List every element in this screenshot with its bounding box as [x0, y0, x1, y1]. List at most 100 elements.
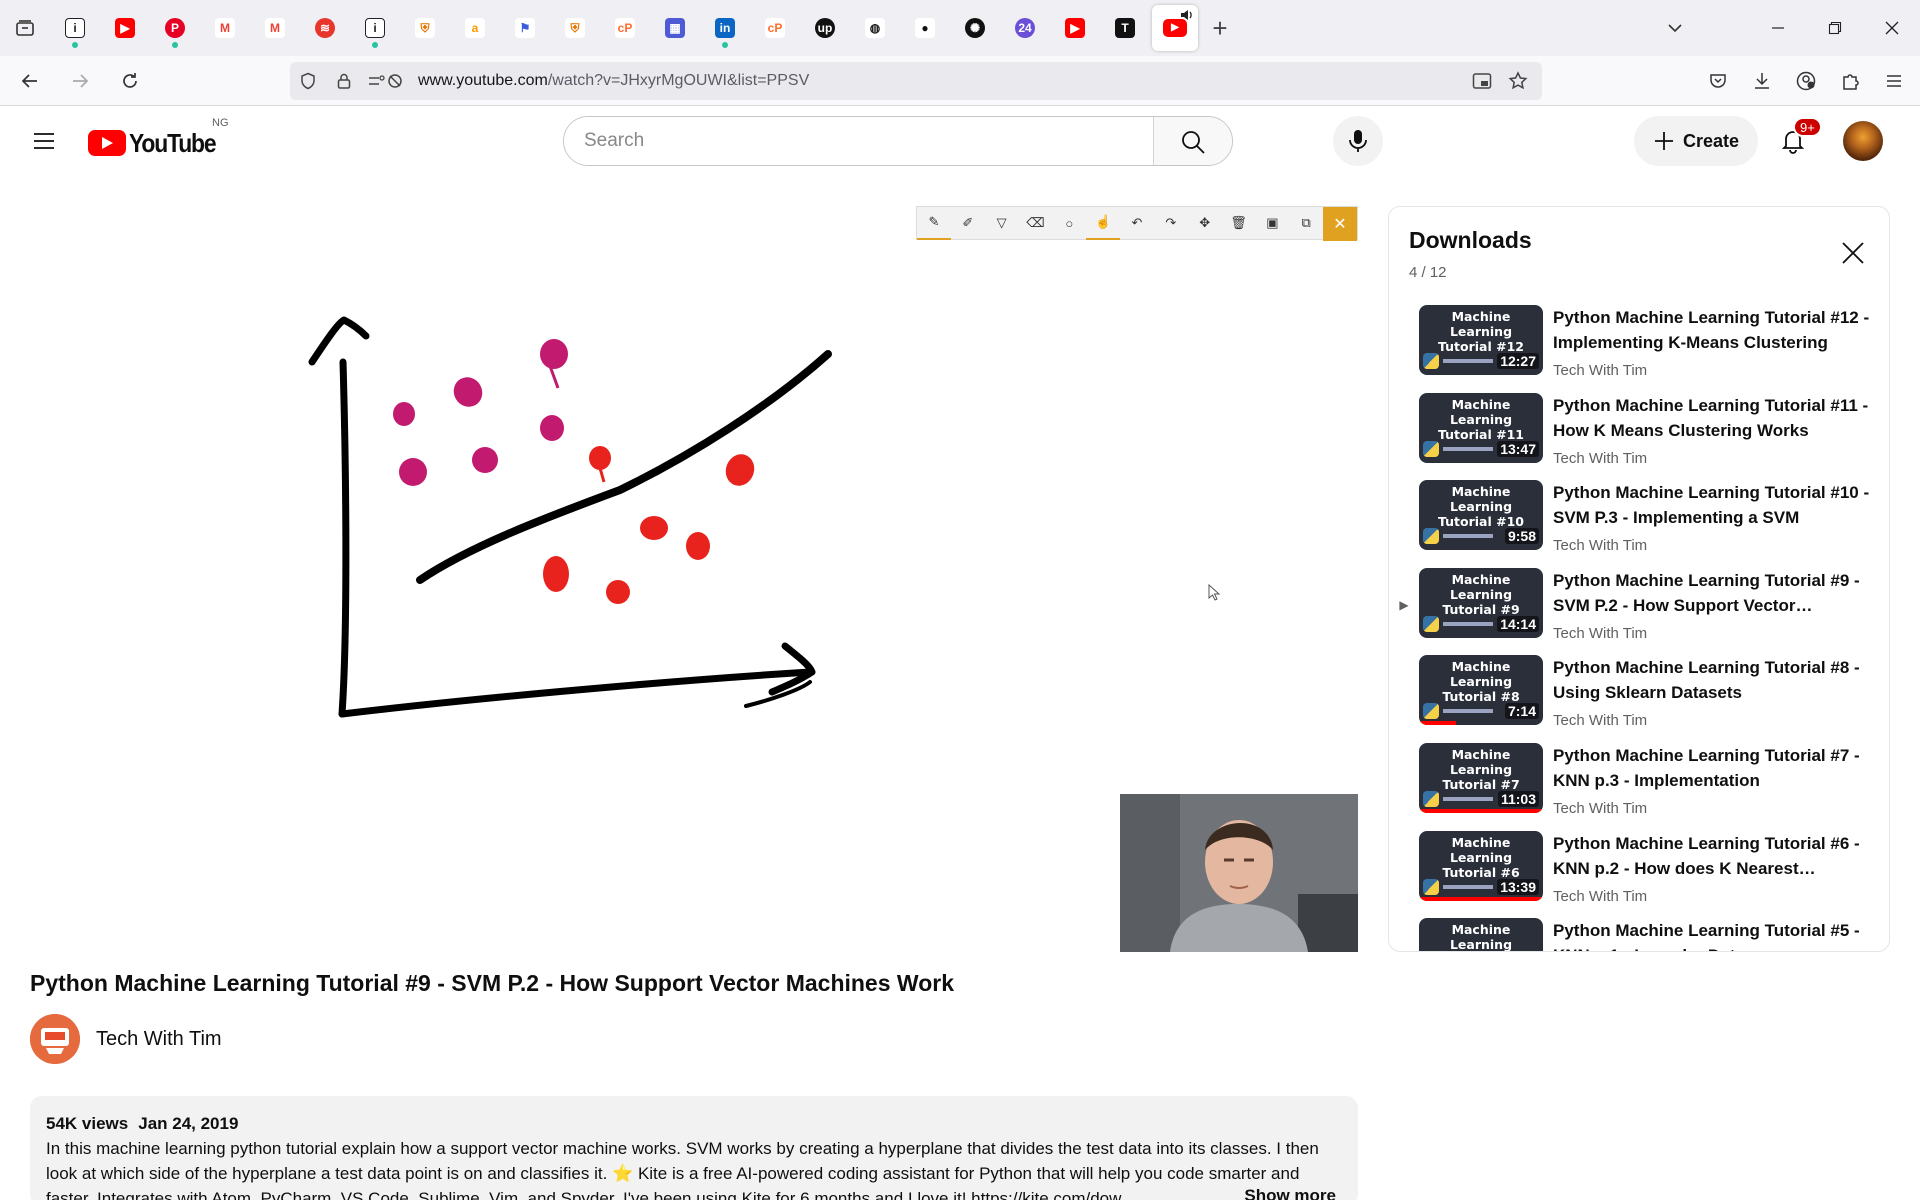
info-tab[interactable]: i [50, 0, 100, 56]
pinterest-tab[interactable]: P [150, 0, 200, 56]
trash-icon[interactable]: 🗑 [1222, 206, 1256, 240]
highlighter-icon[interactable]: ▽ [985, 206, 1019, 240]
undo-icon[interactable]: ↶ [1120, 206, 1154, 240]
princeton-tab-2[interactable]: ⛨ [550, 0, 600, 56]
bookmark-button[interactable] [1500, 62, 1536, 100]
playlist-item[interactable]: Machine Learning Tutorial #6 13:39 Python… [1389, 830, 1889, 919]
site-info-button[interactable] [326, 62, 362, 100]
info-tab-2[interactable]: i [350, 0, 400, 56]
account-button[interactable] [1786, 61, 1826, 101]
playlist-item[interactable]: Machine Learning Tutorial #8 7:14 Python … [1389, 655, 1889, 743]
guide-button[interactable] [24, 121, 64, 161]
playlist-item-channel[interactable]: Tech With Tim [1553, 537, 1873, 554]
reload-button[interactable] [110, 61, 150, 101]
new-tab-button[interactable]: + [1200, 0, 1240, 56]
app-tab-flag[interactable]: ⚑ [500, 0, 550, 56]
pen-icon[interactable]: ✎ [917, 206, 951, 240]
video-player[interactable]: ✎✐▽⌫○☝↶↷✥🗑▣⧉➦✕ [30, 206, 1358, 952]
video-thumbnail[interactable]: Machine Learning Tutorial #8 7:14 [1419, 655, 1543, 726]
playlist-item-channel[interactable]: Tech With Tim [1553, 450, 1873, 467]
playlist-item-title[interactable]: Python Machine Learning Tutorial #10 - S… [1553, 480, 1873, 530]
description-box[interactable]: 54K views Jan 24, 2019 In this machine le… [30, 1096, 1358, 1200]
playlist-item[interactable]: Machine LearningTutorial #5 Python Machi… [1389, 918, 1889, 951]
playlist-item-title[interactable]: Python Machine Learning Tutorial #8 - Us… [1553, 655, 1873, 705]
playlist-item[interactable]: Machine Learning Tutorial #12 12:27 Pytho… [1389, 305, 1889, 393]
gmail-tab-2[interactable]: M [250, 0, 300, 56]
playlist-item-title[interactable]: Python Machine Learning Tutorial #11 - H… [1553, 393, 1873, 443]
permissions-button[interactable] [362, 62, 412, 100]
video-thumbnail[interactable]: Machine Learning Tutorial #7 11:03 [1419, 742, 1543, 813]
copy-icon[interactable]: ⧉ [1289, 206, 1323, 240]
channel-avatar[interactable] [30, 1014, 80, 1064]
restore-button[interactable] [1806, 0, 1863, 56]
globe-tab[interactable]: ◍ [850, 0, 900, 56]
youtube-tab-2[interactable]: ▶ [1050, 0, 1100, 56]
save-icon[interactable]: ▣ [1255, 206, 1289, 240]
app-menu-button[interactable] [1874, 61, 1914, 101]
tab-list-button[interactable] [0, 0, 50, 56]
playlist-item[interactable]: Machine Learning Tutorial #10 9:58 Python… [1389, 480, 1889, 568]
redo-icon[interactable]: ↷ [1154, 206, 1188, 240]
tracking-protection-button[interactable] [290, 62, 326, 100]
playlist-item-title[interactable]: Python Machine Learning Tutorial #7 - KN… [1553, 743, 1873, 793]
playlist-title[interactable]: Downloads [1409, 227, 1869, 254]
show-more-button[interactable]: Show more [1194, 1186, 1336, 1200]
video-thumbnail[interactable]: Machine Learning Tutorial #9 14:14 [1419, 567, 1543, 638]
search-button[interactable] [1153, 117, 1232, 165]
search-input[interactable] [564, 117, 1153, 165]
pocket-button[interactable] [1698, 61, 1738, 101]
playlist-item-channel[interactable]: Tech With Tim [1553, 888, 1873, 905]
video-thumbnail[interactable]: Machine Learning Tutorial #10 9:58 [1419, 480, 1543, 551]
video-thumbnail[interactable]: Machine Learning Tutorial #12 12:27 [1419, 305, 1543, 375]
playlist-item[interactable]: ▶ Machine Learning Tutorial #9 14:14 Pyth… [1389, 567, 1889, 656]
amazon-tab[interactable]: a [450, 0, 500, 56]
video-thumbnail[interactable]: Machine Learning Tutorial #11 13:47 [1419, 392, 1543, 463]
circle-icon[interactable]: ○ [1052, 206, 1086, 240]
playlist-item-channel[interactable]: Tech With Tim [1553, 800, 1873, 817]
video-thumbnail[interactable]: Machine Learning Tutorial #6 13:39 [1419, 830, 1543, 901]
app-tab-blue[interactable]: ▦ [650, 0, 700, 56]
youtube-active-tab[interactable]: ▶ [1152, 5, 1198, 51]
cpanel-tab-2[interactable]: cP [750, 0, 800, 56]
notifications-button[interactable]: 9+ [1768, 116, 1822, 166]
github-tab[interactable]: ● [900, 0, 950, 56]
app-tab-24[interactable]: 24 [1000, 0, 1050, 56]
video-thumbnail[interactable]: Machine LearningTutorial #5 [1419, 918, 1543, 951]
annotation-close-button[interactable]: ✕ [1323, 207, 1357, 241]
playlist-item[interactable]: Machine Learning Tutorial #7 11:03 Python… [1389, 742, 1889, 831]
list-all-tabs-button[interactable] [1650, 0, 1700, 56]
playlist-item-channel[interactable]: Tech With Tim [1553, 362, 1873, 379]
forward-button[interactable] [60, 61, 100, 101]
extensions-button[interactable] [1830, 61, 1870, 101]
upwork-tab[interactable]: up [800, 0, 850, 56]
youtube-logo[interactable]: YouTube NG [88, 117, 229, 158]
chatgpt-tab[interactable]: ✺ [950, 0, 1000, 56]
playlist-item-channel[interactable]: Tech With Tim [1553, 712, 1873, 729]
playlist-item-title[interactable]: Python Machine Learning Tutorial #5 - KN… [1553, 918, 1873, 951]
eraser-icon[interactable]: ⌫ [1019, 206, 1053, 240]
app-tab-red[interactable]: ≋ [300, 0, 350, 56]
marker-icon[interactable]: ✐ [951, 206, 985, 240]
linkedin-tab[interactable]: in [700, 0, 750, 56]
speaker-icon[interactable] [1179, 8, 1193, 22]
channel-name[interactable]: Tech With Tim [96, 1028, 222, 1051]
gmail-tab-1[interactable]: M [200, 0, 250, 56]
voice-search-button[interactable] [1333, 116, 1383, 166]
cpanel-tab-1[interactable]: cP [600, 0, 650, 56]
downloads-button[interactable] [1742, 61, 1782, 101]
playlist-item[interactable]: Machine Learning Tutorial #11 13:47 Pytho… [1389, 392, 1889, 481]
reader-view-button[interactable] [1464, 62, 1500, 100]
playlist-item-title[interactable]: Python Machine Learning Tutorial #9 - SV… [1553, 568, 1873, 618]
url-bar[interactable]: www.youtube.com/watch?v=JHxyrMgOUWI&list… [290, 62, 1542, 100]
playlist-item-title[interactable]: Python Machine Learning Tutorial #12 - I… [1553, 305, 1873, 355]
create-button[interactable]: Create [1634, 116, 1758, 166]
youtube-tab[interactable]: ▶ [100, 0, 150, 56]
close-window-button[interactable] [1863, 0, 1920, 56]
playlist-item-title[interactable]: Python Machine Learning Tutorial #6 - KN… [1553, 831, 1873, 881]
princeton-tab-1[interactable]: ⛨ [400, 0, 450, 56]
minimize-button[interactable] [1749, 0, 1806, 56]
app-tab-dark[interactable]: T [1100, 0, 1150, 56]
pointer-icon[interactable]: ☝ [1086, 206, 1121, 240]
playlist-item-channel[interactable]: Tech With Tim [1553, 625, 1873, 642]
playlist-close-button[interactable] [1835, 235, 1871, 271]
